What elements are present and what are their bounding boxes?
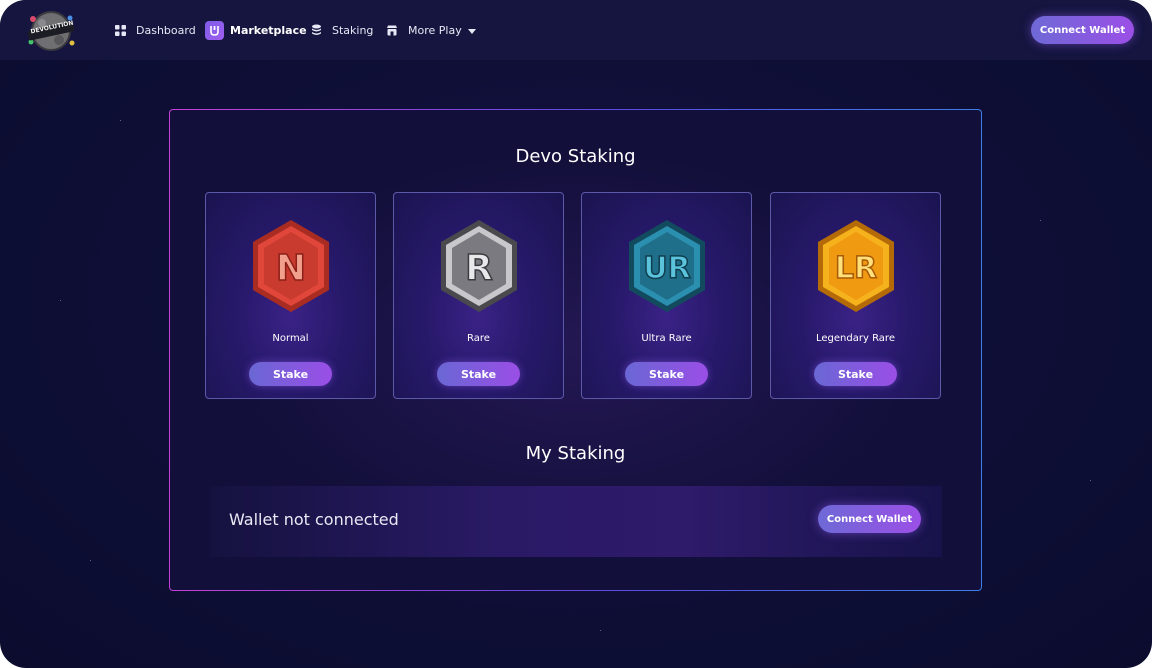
my-staking-title: My Staking	[525, 443, 626, 464]
tier-name-legendary-rare: Legendary Rare	[816, 333, 895, 344]
store-icon	[385, 23, 399, 37]
stake-button-normal[interactable]: Stake	[249, 362, 332, 386]
top-navbar: DEVOLUTION Dashboard Marketplace Staking…	[0, 0, 1152, 60]
coin-stack-icon	[309, 23, 323, 37]
ultra-rare-badge-icon: UR	[629, 220, 705, 312]
tier-card-rare: R Rare Stake	[393, 192, 564, 399]
devo-staking-title: Devo Staking	[515, 146, 636, 167]
svg-text:R: R	[465, 248, 493, 289]
svg-text:N: N	[276, 248, 306, 289]
nav-staking[interactable]: Staking	[309, 19, 373, 41]
my-staking-connect-wallet-button[interactable]: Connect Wallet	[818, 505, 921, 533]
wallet-status-bar: Wallet not connected Connect Wallet	[210, 486, 942, 557]
staking-panel: Devo Staking N Normal Stake R Rare Stake	[169, 109, 982, 591]
stake-button-legendary-rare[interactable]: Stake	[814, 362, 897, 386]
nav-staking-label: Staking	[332, 23, 374, 37]
background-star	[60, 300, 61, 301]
svg-text:LR: LR	[835, 251, 877, 286]
nav-dashboard-label: Dashboard	[136, 23, 196, 37]
grid-icon	[113, 23, 127, 37]
background-star	[1090, 480, 1091, 481]
nav-more-play-label: More Play	[408, 23, 462, 37]
nav-marketplace[interactable]: Marketplace	[205, 19, 307, 41]
bag-icon	[205, 20, 224, 40]
background-star	[120, 120, 121, 121]
devolution-logo[interactable]: DEVOLUTION	[22, 10, 80, 52]
background-star	[90, 560, 91, 561]
tier-card-ultra-rare: UR Ultra Rare Stake	[581, 192, 752, 399]
svg-text:UR: UR	[643, 251, 690, 286]
app-window: DEVOLUTION Dashboard Marketplace Staking…	[0, 0, 1152, 668]
chevron-down-icon	[467, 24, 476, 37]
nav-dashboard[interactable]: Dashboard	[113, 19, 196, 41]
tier-card-normal: N Normal Stake	[205, 192, 376, 399]
stake-button-rare[interactable]: Stake	[437, 362, 520, 386]
stake-button-ultra-rare[interactable]: Stake	[625, 362, 708, 386]
normal-badge-icon: N	[253, 220, 329, 312]
tier-name-rare: Rare	[467, 333, 490, 344]
rare-badge-icon: R	[441, 220, 517, 312]
tier-name-ultra-rare: Ultra Rare	[641, 333, 692, 344]
background-star	[600, 630, 601, 631]
connect-wallet-button[interactable]: Connect Wallet	[1031, 16, 1134, 44]
nav-marketplace-label: Marketplace	[230, 23, 307, 37]
tier-name-normal: Normal	[272, 333, 309, 344]
legendary-rare-badge-icon: LR	[818, 220, 894, 312]
background-star	[1040, 220, 1041, 221]
wallet-status-text: Wallet not connected	[229, 510, 399, 529]
nav-more-play[interactable]: More Play	[385, 19, 476, 41]
tier-card-legendary-rare: LR Legendary Rare Stake	[770, 192, 941, 399]
